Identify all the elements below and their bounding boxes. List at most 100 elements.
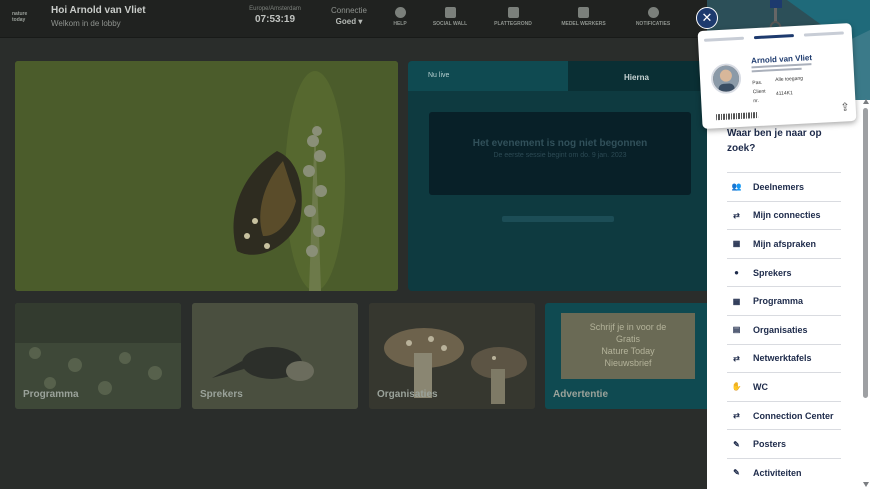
menu-item-label: Programma	[753, 296, 804, 307]
badge-pass-value: Alle toegang	[775, 75, 804, 84]
badge-client-value: 4114K1	[775, 90, 793, 98]
handshake-icon: ⇄	[733, 353, 740, 363]
tab-next[interactable]: Hierna	[568, 61, 708, 91]
hero-image	[15, 61, 398, 291]
nav-label: SOCIAL WALL	[432, 21, 468, 27]
nav-label: MEDEL WERKERS	[561, 21, 606, 27]
menu-item-deelnemers[interactable]: 👥 Deelnemers	[727, 172, 841, 201]
close-button[interactable]: ✕	[696, 7, 718, 29]
ad-line: Schrijf je in voor de	[589, 322, 667, 332]
pencil-icon: ✎	[733, 468, 740, 478]
panel-question: Waar ben je naar op zoek?	[727, 128, 822, 154]
menu-item-wc[interactable]: ✋ WC	[727, 372, 841, 401]
menu-item-activiteiten[interactable]: ✎ Activiteiten	[727, 457, 841, 487]
nav-help[interactable]: HELP	[390, 7, 410, 27]
menu-item-label: WC	[753, 381, 768, 392]
menu-item-label: Mijn connecties	[753, 210, 821, 221]
avatar-image	[712, 65, 740, 94]
scroll-up-icon[interactable]	[863, 99, 869, 104]
people-icon	[578, 7, 589, 18]
butterfly-illustration	[15, 61, 398, 291]
menu-item-sprekers[interactable]: ● Sprekers	[727, 257, 841, 287]
ad-line: Nieuwsbrief	[604, 358, 652, 368]
nav-social-wall[interactable]: SOCIAL WALL	[429, 7, 471, 27]
clock: Europe/Amsterdam 07:53:19	[246, 6, 304, 25]
microphone-icon: ●	[734, 268, 739, 278]
menu-item-connection-center[interactable]: ⇄ Connection Center	[727, 400, 841, 430]
menu-item-label: Sprekers	[753, 267, 792, 278]
nav-label: NOTIFICATIES	[635, 21, 671, 27]
side-menu: 👥 Deelnemers ⇄ Mijn connecties ▦ Mijn afspr…	[727, 172, 841, 487]
share-icon[interactable]: ⇪	[840, 100, 850, 113]
tile-label: Organisaties	[377, 389, 438, 400]
tile-label: Programma	[23, 389, 79, 400]
calendar-icon: ▦	[732, 239, 741, 249]
avatar	[710, 62, 742, 95]
nav-label: PLATTEGROND	[494, 21, 532, 27]
menu-item-label: Connection Center	[753, 410, 834, 421]
menu-item-label: Activiteiten	[753, 467, 802, 478]
tile-organisaties[interactable]: Organisaties	[369, 303, 535, 409]
visitor-badge[interactable]: Arnold van Vliet Pas. Alle toegang Clien…	[697, 23, 857, 129]
event-status-title: Het evenement is nog niet begonnen	[472, 138, 648, 149]
nav-label: HELP	[393, 21, 407, 27]
handshake-icon: ⇄	[733, 411, 740, 421]
barcode	[715, 112, 759, 121]
tab-now-live[interactable]: Nu live	[408, 61, 578, 91]
menu-item-netwerktafels[interactable]: ⇄ Netwerktafels	[727, 343, 841, 373]
program-link[interactable]	[502, 216, 614, 222]
bell-icon	[647, 7, 659, 18]
tile-advertentie[interactable]: Schrijf je in voor de Gratis Nature Toda…	[545, 303, 707, 409]
tile-label: Sprekers	[200, 389, 243, 400]
ad-line: Nature Today	[601, 346, 655, 356]
menu-item-mijn-connecties[interactable]: ⇄ Mijn connecties	[727, 200, 841, 230]
connection-status[interactable]: Connectie Goed ▾	[330, 6, 368, 26]
greeting-subtitle: Welkom in de lobby	[51, 19, 121, 28]
menu-item-label: Deelnemers	[753, 181, 805, 192]
scrollbar[interactable]	[863, 108, 868, 398]
logo[interactable]: nature today	[12, 11, 40, 25]
menu-item-label: Mijn afspraken	[753, 238, 817, 249]
newsletter-ad[interactable]: Schrijf je in voor de Gratis Nature Toda…	[561, 313, 695, 379]
menu-item-mijn-afspraken[interactable]: ▦ Mijn afspraken	[727, 229, 841, 258]
badge-pass-label: Pas.	[752, 79, 763, 87]
badge-client-label: Client	[752, 88, 766, 96]
map-icon	[507, 7, 519, 18]
hand-icon: ✋	[731, 382, 742, 392]
event-status-box: Het evenement is nog niet begonnen De ee…	[429, 112, 691, 195]
tab-label: Hierna	[624, 73, 649, 82]
greeting-block: Hoi Arnold van Vliet Welkom in de lobby	[51, 5, 146, 28]
menu-item-organisaties[interactable]: ▤ Organisaties	[727, 314, 841, 344]
badge-line	[751, 67, 802, 73]
store-icon: ▤	[732, 325, 741, 335]
greeting-title: Hoi Arnold van Vliet	[51, 5, 146, 16]
badge-slots	[703, 31, 844, 42]
nav-plattegrond[interactable]: PLATTEGROND	[491, 7, 535, 27]
clock-time: 07:53:19	[254, 14, 296, 25]
menu-item-programma[interactable]: ▦ Programma	[727, 286, 841, 315]
menu-item-posters[interactable]: ✎ Posters	[727, 429, 841, 458]
clock-timezone: Europe/Amsterdam	[249, 6, 301, 12]
tile-programma[interactable]: Programma	[15, 303, 181, 409]
tab-label: Nu live	[428, 72, 450, 79]
scroll-down-icon[interactable]	[863, 482, 869, 487]
handshake-icon: ⇄	[733, 210, 740, 220]
ad-line: Gratis	[615, 334, 640, 344]
connection-value: Goed ▾	[335, 17, 363, 26]
event-status-detail: De eerste sessie begint om do. 9 jan. 20…	[493, 152, 627, 159]
menu-item-label: Netwerktafels	[753, 353, 812, 364]
tile-sprekers[interactable]: Sprekers	[192, 303, 358, 409]
live-panel: Nu live Hierna Het evenement is nog niet…	[408, 61, 708, 291]
social-wall-icon	[444, 7, 456, 18]
calendar-icon: ▦	[732, 296, 741, 306]
badge-nr-label: nr.	[753, 97, 760, 105]
pencil-icon: ✎	[733, 439, 740, 449]
close-icon: ✕	[701, 10, 713, 25]
menu-item-label: Organisaties	[753, 324, 808, 335]
people-icon: 👥	[731, 182, 742, 192]
nav-notificaties[interactable]: NOTIFICATIES	[632, 7, 674, 27]
menu-item-label: Posters	[753, 439, 787, 450]
help-icon	[394, 7, 406, 18]
tile-label: Advertentie	[553, 389, 609, 400]
nav-medewerkers[interactable]: MEDEL WERKERS	[556, 7, 611, 27]
